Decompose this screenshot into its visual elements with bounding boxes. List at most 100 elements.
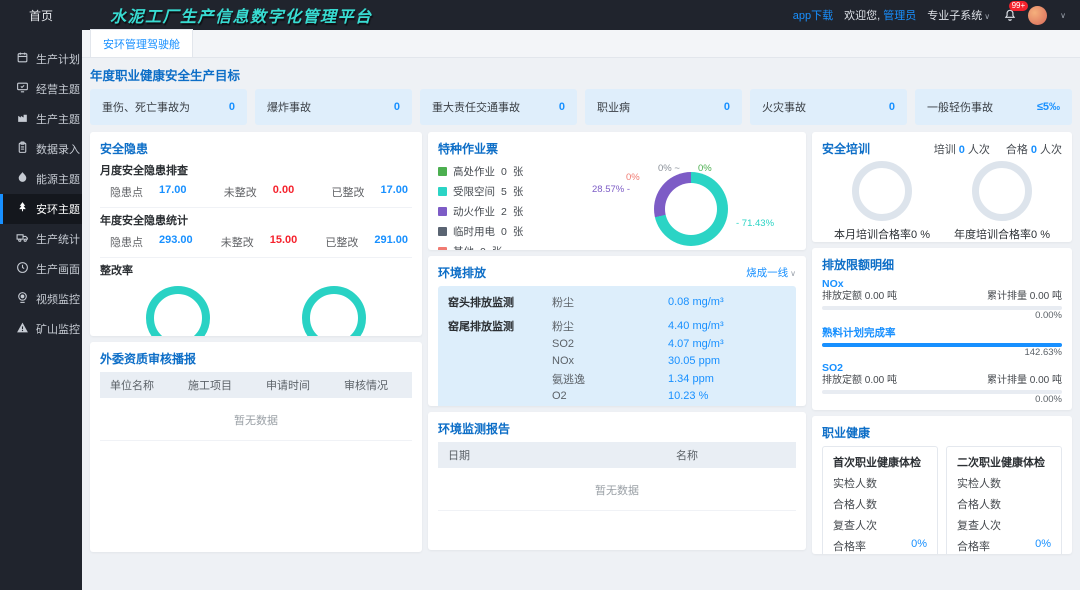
legend-swatch [438, 227, 447, 236]
panel-title: 职业健康 [822, 424, 1062, 441]
energy-icon [16, 171, 29, 187]
panel-title: 安全隐患 [100, 140, 412, 157]
panel-title: 外委资质审核播报 [100, 350, 412, 367]
quota-item: NOx 排放定额 0.00 吨累计排量 0.00 吨 0.00% [822, 278, 1062, 321]
sidebar-item-home[interactable]: 首页 [0, 0, 82, 32]
chevron-down-icon: ∨ [1060, 11, 1066, 20]
sidebar-item-label: 生产统计 [36, 231, 80, 247]
panel-title: 环境排放 [438, 264, 486, 281]
donut-ring [852, 161, 912, 221]
goal-value: 0 [724, 101, 730, 113]
notification-bell[interactable]: 99+ [1003, 8, 1017, 22]
permit-legend: 高处作业0张 受限空间5张 动火作业2张 临时用电0张 其他0张 [438, 162, 523, 250]
sidebar-item-energy-theme[interactable]: 能源主题 [0, 164, 82, 194]
legend-swatch [438, 167, 447, 176]
panel-title: 安全培训 [822, 140, 870, 157]
goal-value: 0 [559, 101, 565, 113]
chart-callout: 28.57% - [592, 184, 630, 195]
year-training-gauge: 年度培训合格率0 % [954, 161, 1050, 242]
occupational-health-panel: 职业健康 首次职业健康体检 实检人数 合格人数 复查人次 合格率0% 二次职业健… [812, 416, 1072, 554]
avatar[interactable] [1028, 6, 1047, 25]
table-header: 日期 名称 [438, 442, 796, 468]
sidebar-item-label: 经营主题 [36, 81, 80, 97]
month-training-gauge: 本月培训合格率0 % [834, 161, 930, 242]
quota-item: 粉尘 排放定额 0.00 吨累计排量 0.00 吨 0.00% [822, 409, 1062, 410]
legend-swatch [438, 187, 447, 196]
goal-card: 火灾事故0 [750, 89, 907, 125]
notification-badge: 99+ [1009, 1, 1029, 11]
app-download-link[interactable]: app下载 [793, 7, 833, 23]
goal-card: 职业病0 [585, 89, 742, 125]
emission-row: NOx30.05 ppm [448, 353, 786, 371]
sidebar-item-production-stats[interactable]: 生产统计 [0, 224, 82, 254]
second-checkup-card: 二次职业健康体检 实检人数 合格人数 复查人次 合格率0% [946, 446, 1062, 554]
top-bar: 水泥工厂生产信息数字化管理平台 app下载 欢迎您, 管理员 专业子系统∨ 99… [82, 0, 1080, 30]
warning-icon [16, 321, 29, 337]
goal-cards: 重伤、死亡事故为0 爆炸事故0 重大责任交通事故0 职业病0 火灾事故0 一般轻… [90, 89, 1072, 125]
rectify-gauges: 月度100.00% 年度99.00% [100, 286, 412, 336]
chart-callout: - 71.43% [736, 218, 774, 229]
safety-hazard-panel: 安全隐患 月度安全隐患排查 隐患点17.00 未整改0.00 已整改17.00 … [90, 132, 422, 336]
line-selector[interactable]: 烧成一线∨ [746, 265, 796, 280]
sidebar-item-video-monitor[interactable]: 视频监控 [0, 284, 82, 314]
empty-placeholder: 暂无数据 [438, 468, 796, 511]
sidebar-item-production-screen[interactable]: 生产画面 [0, 254, 82, 284]
panel-title: 环境监测报告 [438, 420, 796, 437]
sidebar-item-label: 生产主题 [36, 111, 80, 127]
tab-safety-env-cockpit[interactable]: 安环管理驾驶舱 [90, 29, 193, 57]
legend-item: 其他0张 [438, 244, 523, 250]
goal-value: 0 [229, 101, 235, 113]
hazard-yearly-title: 年度安全隐患统计 [100, 212, 412, 228]
system-selector[interactable]: 专业子系统∨ [927, 7, 990, 23]
empty-placeholder: 暂无数据 [100, 398, 412, 441]
goal-card: 重大责任交通事故0 [420, 89, 577, 125]
welcome-text: 欢迎您, 管理员 [844, 7, 916, 23]
sidebar-item-label: 数据录入 [36, 141, 80, 157]
goal-card: 重伤、死亡事故为0 [90, 89, 247, 125]
sidebar-item-label: 生产计划 [36, 51, 80, 67]
app-title: 水泥工厂生产信息数字化管理平台 [110, 3, 373, 27]
camera-icon [16, 291, 29, 307]
sidebar-item-production-plan[interactable]: 生产计划 [0, 44, 82, 74]
clipboard-icon [16, 141, 29, 157]
tree-icon [16, 201, 29, 217]
training-gauges: 本月培训合格率0 % 年度培训合格率0 % [822, 161, 1062, 242]
emission-row: 窑头排放监测粉尘0.08 mg/m³ [448, 293, 786, 311]
goal-value: 0 [889, 101, 895, 113]
dashboard-content: 年度职业健康安全生产目标 重伤、死亡事故为0 爆炸事故0 重大责任交通事故0 职… [82, 58, 1080, 590]
work-permit-panel: 特种作业票 高处作业0张 受限空间5张 动火作业2张 临时用电0张 其他0张 0… [428, 132, 806, 250]
emission-row: SO24.07 mg/m³ [448, 335, 786, 353]
goal-card: 一般轻伤事故≤5‰ [915, 89, 1072, 125]
sidebar-item-production-theme[interactable]: 生产主题 [0, 104, 82, 134]
goal-value: ≤5‰ [1037, 101, 1060, 113]
monthly-rate-gauge: 月度100.00% [146, 286, 211, 336]
username-link[interactable]: 管理员 [883, 10, 916, 22]
yearly-rate-gauge: 年度99.00% [302, 286, 366, 336]
sidebar-item-business-theme[interactable]: 经营主题 [0, 74, 82, 104]
chart-callout: 0% [626, 172, 640, 183]
tab-bar: 安环管理驾驶舱 [82, 30, 1080, 58]
work-permit-donut [654, 172, 728, 246]
clock-icon [16, 261, 29, 277]
safety-training-panel: 安全培训 培训0人次 合格0人次 本月培训合格率0 % [812, 132, 1072, 242]
sidebar-item-data-entry[interactable]: 数据录入 [0, 134, 82, 164]
work-permit-chart: 0% 0% ~ 0% 28.57% - - 71.43% [580, 162, 790, 250]
hazard-yearly-row: 隐患点293.00 未整改15.00 已整改291.00 [100, 233, 412, 258]
sidebar-item-label: 能源主题 [36, 171, 80, 187]
emission-table: 窑头排放监测粉尘0.08 mg/m³ 窑尾排放监测粉尘4.40 mg/m³ SO… [438, 286, 796, 406]
quota-item: 熟料计划完成率 142.63% [822, 325, 1062, 358]
donut-ring [146, 286, 210, 336]
hazard-monthly-row: 隐患点17.00 未整改0.00 已整改17.00 [100, 183, 412, 208]
sidebar-nav: 生产计划 经营主题 生产主题 数据录入 能源主题 安环主题 [0, 32, 82, 344]
emission-row: 窑尾排放监测粉尘4.40 mg/m³ [448, 318, 786, 336]
sidebar-item-mine-monitor[interactable]: 矿山监控 [0, 314, 82, 344]
goal-value: 0 [394, 101, 400, 113]
calendar-icon [16, 51, 29, 67]
sidebar-item-safety-env-theme[interactable]: 安环主题 [0, 194, 82, 224]
legend-item: 高处作业0张 [438, 164, 523, 179]
sidebar-item-label: 生产画面 [36, 261, 80, 277]
table-header: 单位名称 施工项目 申请时间 审核情况 [100, 372, 412, 398]
donut-ring [302, 286, 366, 336]
outsourcing-audit-panel: 外委资质审核播报 单位名称 施工项目 申请时间 审核情况 暂无数据 [90, 342, 422, 552]
hazard-monthly-title: 月度安全隐患排查 [100, 162, 412, 178]
